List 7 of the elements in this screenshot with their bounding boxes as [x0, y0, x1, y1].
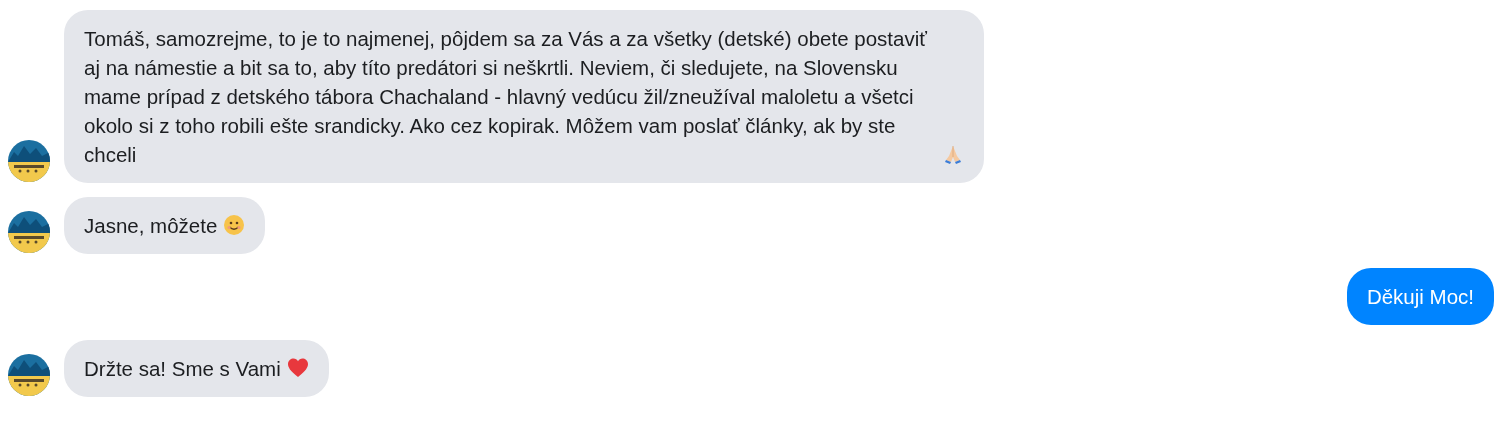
message-text: Tomáš, samozrejme, to je to najmenej, pôjdem sa za Vás a za všetky (detské) obete postaviť aj na námestie a bit sa to, aby títo predátori si neškrtli. Neviem, či sledujete, na Slovensku mame prípad z detského tábora Chachaland - hlavný vedúcu žil/zneužíval maloletu a všetci okolo si z toho robili ešte srandicky. Ako cez kopirak. Môžem vam poslať články, ak by ste chceli — [84, 26, 928, 168]
folded-hands-icon — [942, 143, 964, 165]
message-text: Jasne, môžete — [84, 213, 218, 239]
message-text: Děkuji Moc! — [1366, 284, 1474, 310]
heart-icon — [286, 357, 309, 379]
message-text: Držte sa! Sme s Vami — [84, 356, 281, 382]
smiley-icon — [223, 214, 246, 236]
